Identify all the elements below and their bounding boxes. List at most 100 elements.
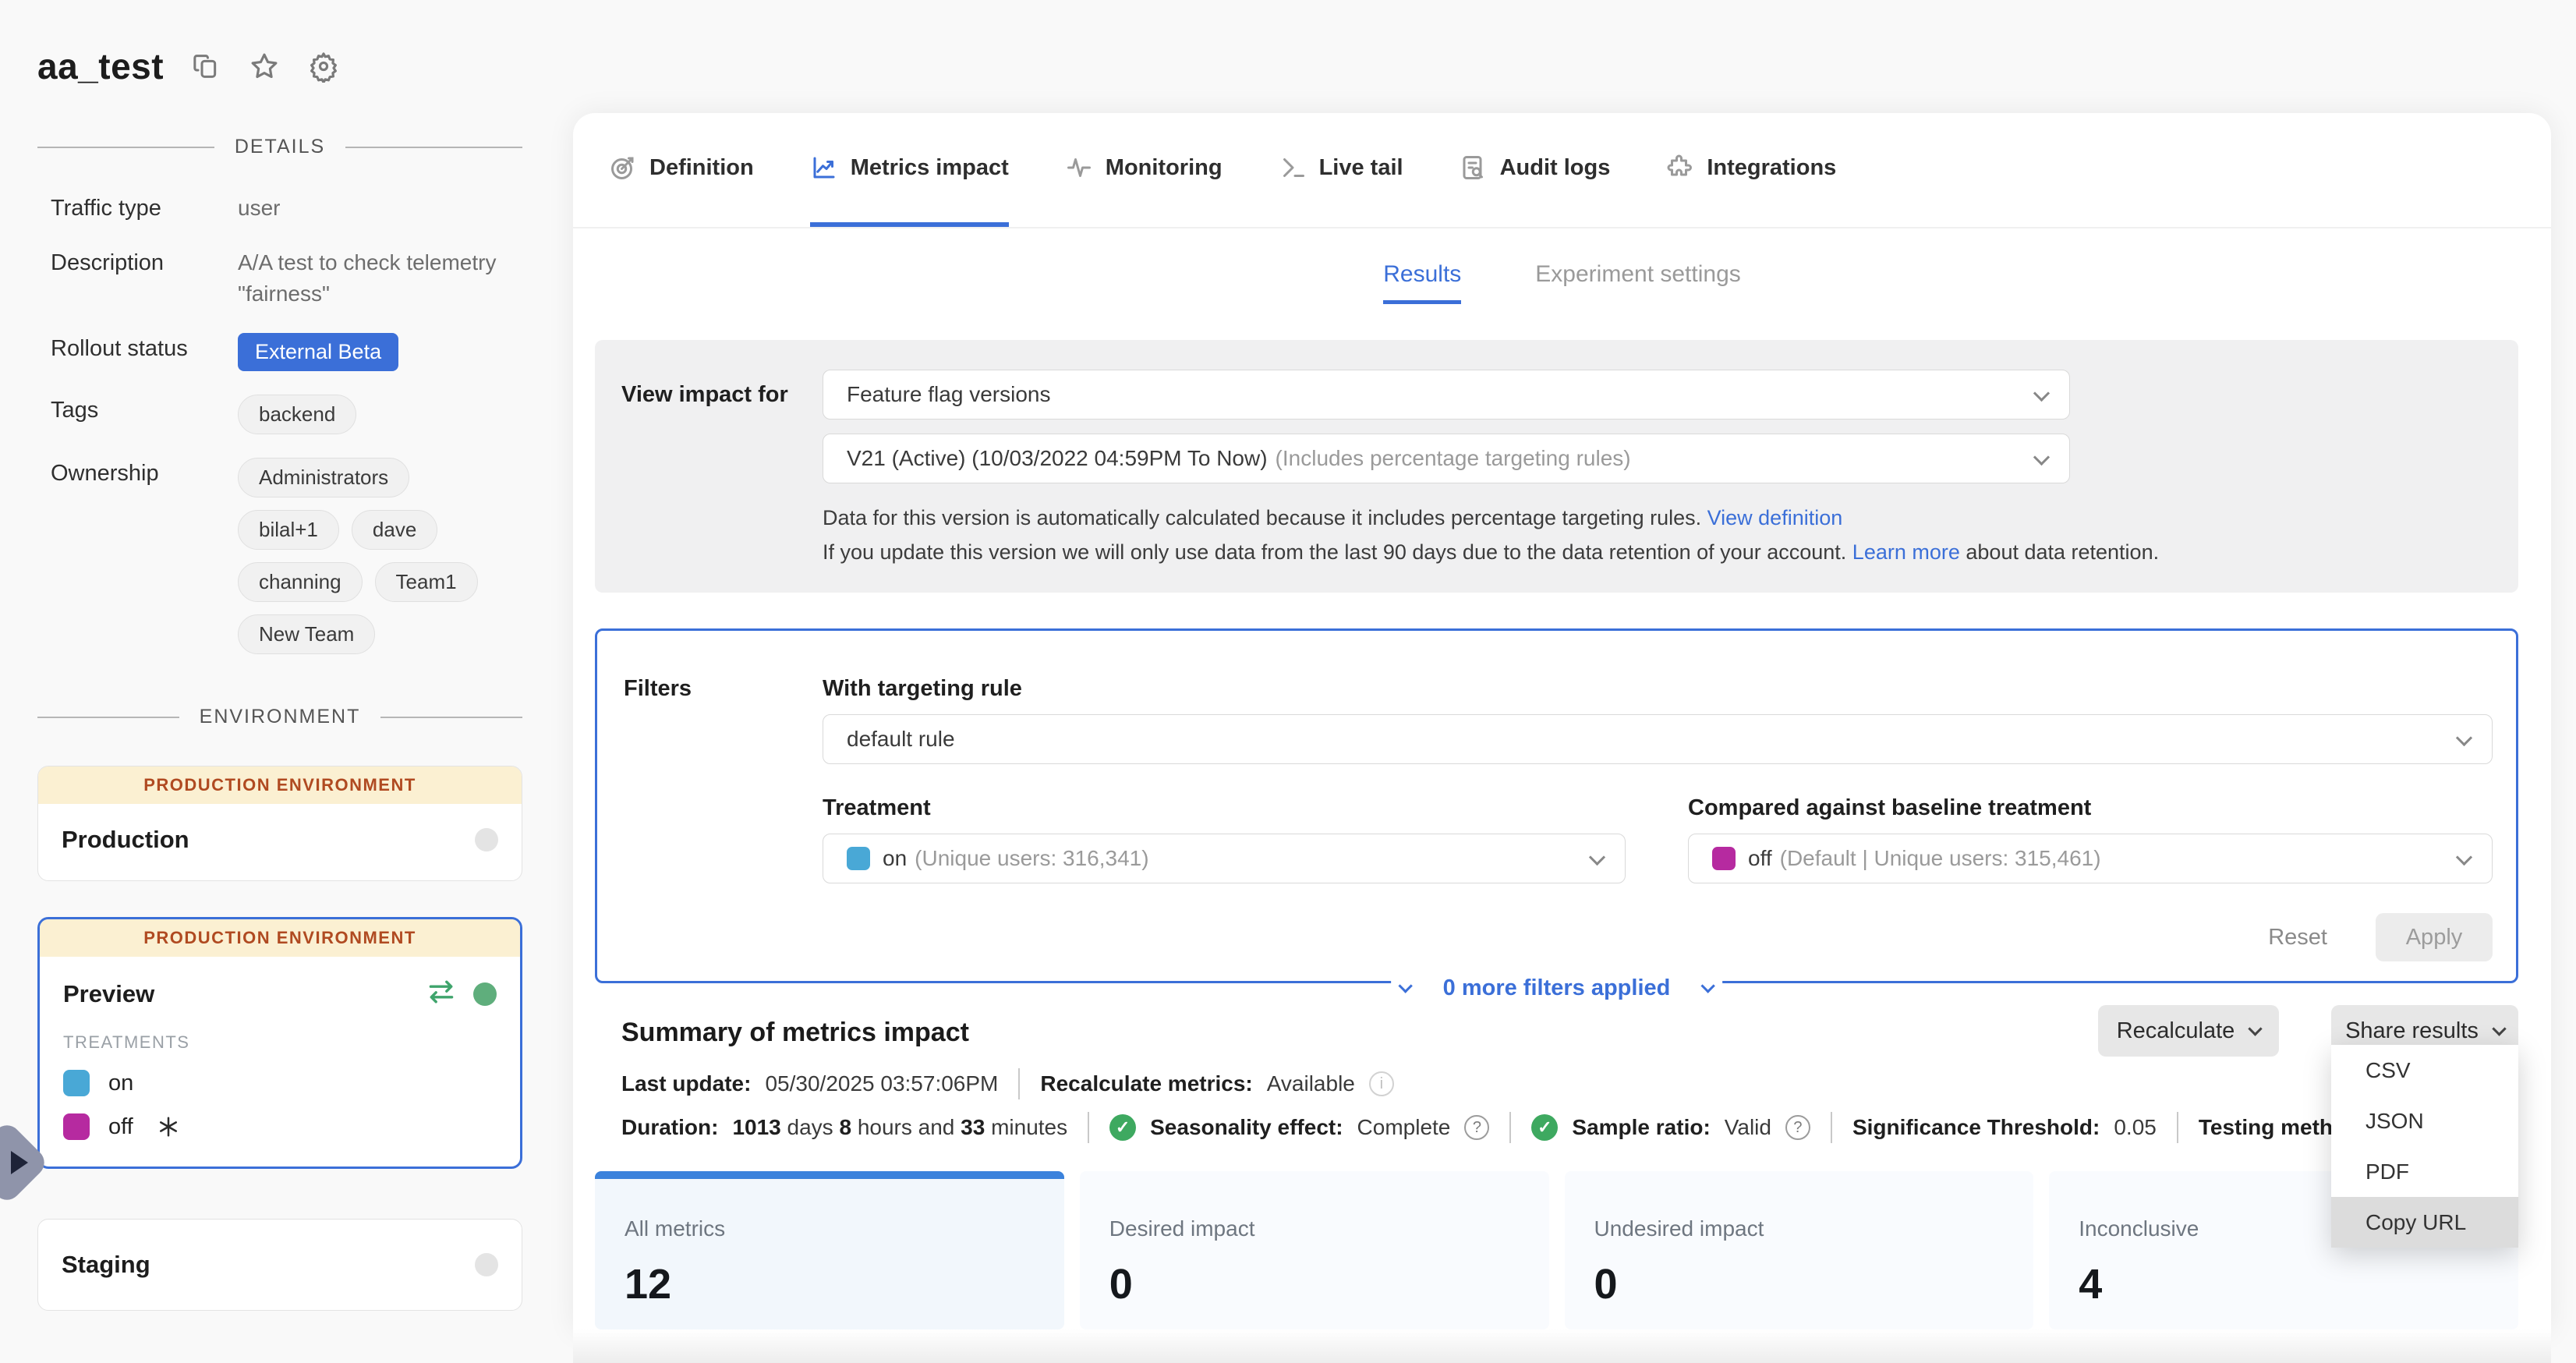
summary-stats-line1: Last update: 05/30/2025 03:57:06PM Recal… <box>595 1068 2518 1099</box>
question-icon[interactable]: ? <box>1464 1115 1489 1140</box>
view-impact-label: View impact for <box>595 370 823 569</box>
apply-button[interactable]: Apply <box>2376 913 2493 961</box>
star-icon[interactable] <box>248 50 281 83</box>
share-menu-item-csv[interactable]: CSV <box>2331 1045 2518 1096</box>
bottom-fade <box>573 1329 2551 1363</box>
line-chart-icon <box>810 154 838 182</box>
recalculate-button[interactable]: Recalculate <box>2098 1005 2279 1057</box>
learn-more-link[interactable]: Learn more <box>1852 540 1960 564</box>
owner-pill[interactable]: Administrators <box>238 458 409 497</box>
rollout-status-badge[interactable]: External Beta <box>238 333 398 371</box>
metric-card-label: Desired impact <box>1109 1216 1549 1241</box>
metric-card-value: 4 <box>2079 1260 2518 1308</box>
environment-name: Preview <box>63 980 154 1008</box>
chevron-right-icon[interactable] <box>11 1151 28 1174</box>
share-menu-item-json[interactable]: JSON <box>2331 1096 2518 1146</box>
metric-card-all-metrics[interactable]: All metrics 12 <box>595 1171 1064 1329</box>
traffic-type-value: user <box>238 193 511 224</box>
target-icon <box>609 154 637 182</box>
tag-pill[interactable]: backend <box>238 395 356 434</box>
version-select[interactable]: V21 (Active) (10/03/2022 04:59PM To Now)… <box>823 434 2070 483</box>
info-icon[interactable]: i <box>1369 1071 1394 1096</box>
environment-card-preview[interactable]: PRODUCTION ENVIRONMENT Preview T <box>37 917 522 1169</box>
copy-icon[interactable] <box>190 51 221 82</box>
share-menu-item-pdf[interactable]: PDF <box>2331 1146 2518 1197</box>
tab-integrations[interactable]: Integrations <box>1666 113 1836 227</box>
targeting-rule-select[interactable]: default rule <box>823 714 2493 764</box>
recalculate-metrics-value: Available <box>1267 1071 1355 1096</box>
owner-pill[interactable]: channing <box>238 562 363 602</box>
view-impact-section: View impact for Feature flag versions V2… <box>595 340 2518 593</box>
description-value: A/A test to check telemetry "fairness" <box>238 247 511 310</box>
chevron-down-icon <box>2456 730 2472 746</box>
owner-pill[interactable]: bilal+1 <box>238 510 339 550</box>
tab-live-tail[interactable]: Live tail <box>1279 113 1403 227</box>
treatment-select[interactable]: on (Unique users: 316,341) <box>823 834 1626 883</box>
significance-value: 0.05 <box>2114 1115 2157 1140</box>
baseline-select[interactable]: off (Default | Unique users: 315,461) <box>1688 834 2493 883</box>
app-header: aa_test <box>37 45 573 87</box>
description-label: Description <box>51 247 230 276</box>
summary-section: Summary of metrics impact Recalculate Sh… <box>595 1018 2518 1143</box>
share-menu-item-copy-url[interactable]: Copy URL <box>2331 1197 2518 1248</box>
owner-pill[interactable]: dave <box>352 510 437 550</box>
impact-type-select[interactable]: Feature flag versions <box>823 370 2070 420</box>
question-icon[interactable]: ? <box>1785 1115 1810 1140</box>
pulse-icon <box>1065 154 1093 182</box>
swap-arrows-icon[interactable] <box>425 979 458 1009</box>
environment-card-production[interactable]: PRODUCTION ENVIRONMENT Production <box>37 766 522 881</box>
audit-log-icon <box>1460 154 1488 182</box>
tab-label: Audit logs <box>1500 155 1611 181</box>
main-panel: Definition Metrics impact Monitoring <box>573 113 2551 1332</box>
duration-label: Duration: <box>621 1115 718 1140</box>
tab-definition[interactable]: Definition <box>609 113 754 227</box>
significance-label: Significance Threshold: <box>1852 1115 2100 1140</box>
treatment-name: off <box>108 1114 133 1140</box>
treatment-on-swatch <box>63 1070 90 1096</box>
page-title: aa_test <box>37 45 164 87</box>
subtab-experiment-settings[interactable]: Experiment settings <box>1535 261 1740 304</box>
tab-label: Definition <box>649 155 754 181</box>
terminal-icon <box>1279 154 1307 182</box>
metric-card-desired-impact[interactable]: Desired impact 0 <box>1080 1171 1549 1329</box>
metric-card-value: 12 <box>625 1260 1064 1308</box>
rollout-status-label: Rollout status <box>51 333 230 362</box>
version-note: (Includes percentage targeting rules) <box>1276 446 1631 471</box>
tab-bar: Definition Metrics impact Monitoring <box>573 113 2551 228</box>
details-section-label: DETAILS <box>235 136 325 158</box>
view-definition-link[interactable]: View definition <box>1707 506 1843 529</box>
description-row: Description A/A test to check telemetry … <box>51 247 573 310</box>
filters-panel: Filters With targeting rule default rule… <box>595 628 2518 983</box>
tab-label: Integrations <box>1707 155 1836 181</box>
owner-pill[interactable]: New Team <box>238 614 375 654</box>
owner-pill[interactable]: Team1 <box>375 562 478 602</box>
treatment-detail: (Unique users: 316,341) <box>915 846 1148 871</box>
reset-button[interactable]: Reset <box>2268 925 2327 951</box>
sample-ratio-label: Sample ratio: <box>1572 1115 1710 1140</box>
more-filters-label: 0 more filters applied <box>1443 975 1671 1001</box>
treatment-on-swatch <box>847 847 870 870</box>
more-filters-toggle[interactable]: 0 more filters applied <box>1391 975 1723 1001</box>
tab-audit-logs[interactable]: Audit logs <box>1460 113 1611 227</box>
metric-card-label: Undesired impact <box>1594 1216 2034 1241</box>
check-icon: ✓ <box>1109 1114 1136 1141</box>
baseline-value: off <box>1748 846 1772 871</box>
subtab-results[interactable]: Results <box>1383 261 1461 304</box>
tab-monitoring[interactable]: Monitoring <box>1065 113 1223 227</box>
tab-metrics-impact[interactable]: Metrics impact <box>810 113 1009 227</box>
metric-cards-row: All metrics 12 Desired impact 0 Undesire… <box>595 1171 2518 1329</box>
production-environment-banner: PRODUCTION ENVIRONMENT <box>40 919 520 957</box>
check-icon: ✓ <box>1531 1114 1558 1141</box>
treatment-off-swatch <box>1712 847 1736 870</box>
metric-card-undesired-impact[interactable]: Undesired impact 0 <box>1565 1171 2034 1329</box>
tab-label: Monitoring <box>1106 155 1223 181</box>
environment-card-staging[interactable]: Staging <box>37 1219 522 1311</box>
version-info-text: Data for this version is automatically c… <box>823 501 2518 569</box>
traffic-type-row: Traffic type user <box>51 193 573 224</box>
share-results-menu: CSV JSON PDF Copy URL <box>2331 1045 2518 1248</box>
treatment-off-swatch <box>63 1113 90 1140</box>
treatment-on-row: on <box>63 1070 497 1096</box>
environment-divider: ENVIRONMENT <box>37 706 522 728</box>
gear-icon[interactable] <box>307 50 340 83</box>
seasonality-label: Seasonality effect: <box>1150 1115 1343 1140</box>
